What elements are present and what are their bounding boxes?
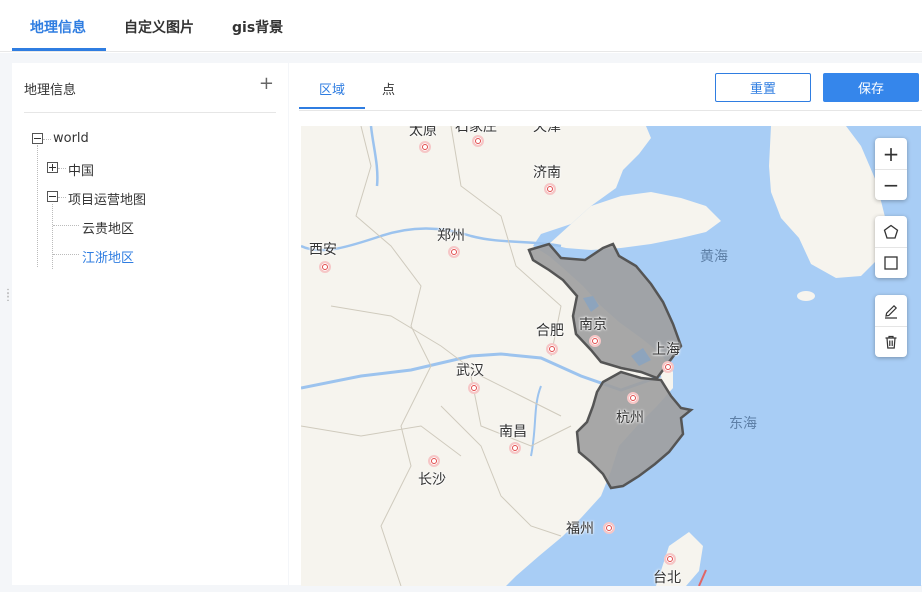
zoom-out-icon[interactable]: − bbox=[875, 169, 907, 200]
tab-region[interactable]: 区域 bbox=[319, 79, 345, 98]
city-label-nanchang: 南昌 bbox=[499, 424, 527, 440]
basemap bbox=[301, 126, 886, 586]
city-marker-icon[interactable] bbox=[603, 522, 615, 534]
top-tab-bar: 地理信息 自定义图片 gis背景 bbox=[0, 0, 922, 52]
city-label-jinan: 济南 bbox=[533, 165, 561, 181]
city-label-nanjing: 南京 bbox=[579, 317, 607, 333]
active-tab-indicator bbox=[12, 48, 106, 51]
expand-icon[interactable] bbox=[47, 162, 58, 173]
sea-label-donghai: 东海 bbox=[729, 416, 757, 432]
city-label-taiyuan: 太原 bbox=[409, 126, 437, 139]
save-button[interactable]: 保存 bbox=[823, 73, 919, 102]
tab-gis-background[interactable]: gis背景 bbox=[232, 17, 283, 37]
tree-node-jiangzhe[interactable]: 江浙地区 bbox=[82, 247, 134, 266]
city-marker-icon[interactable] bbox=[472, 135, 484, 147]
tree-connector bbox=[37, 145, 38, 267]
city-marker-icon[interactable] bbox=[662, 361, 674, 373]
add-icon[interactable]: + bbox=[259, 75, 274, 93]
city-marker-icon[interactable] bbox=[428, 455, 440, 467]
edit-icon[interactable] bbox=[875, 295, 907, 326]
polygon-icon[interactable] bbox=[875, 216, 907, 247]
city-marker-icon[interactable] bbox=[448, 246, 460, 258]
city-label-taibei: 台北 bbox=[653, 570, 681, 586]
rectangle-icon[interactable] bbox=[875, 247, 907, 278]
sea-label-huanghai: 黄海 bbox=[700, 249, 728, 265]
zoom-in-icon[interactable]: + bbox=[875, 138, 907, 169]
resize-handle-icon[interactable]: ⋮ ⋮ bbox=[3, 289, 13, 303]
city-label-hangzhou: 杭州 bbox=[616, 410, 644, 426]
tab-geo-info[interactable]: 地理信息 bbox=[30, 17, 86, 37]
trash-icon[interactable] bbox=[875, 326, 907, 357]
city-label-hefei: 合肥 bbox=[536, 323, 564, 339]
city-label-zhengzhou: 郑州 bbox=[437, 228, 465, 244]
reset-button[interactable]: 重置 bbox=[715, 73, 811, 102]
tree-connector bbox=[58, 168, 66, 169]
city-label-shijiazhuang: 石家庄 bbox=[455, 126, 497, 135]
city-marker-icon[interactable] bbox=[419, 141, 431, 153]
tree-node-china[interactable]: 中国 bbox=[68, 160, 94, 179]
edit-controls bbox=[875, 295, 907, 357]
city-marker-icon[interactable] bbox=[319, 261, 331, 273]
collapse-icon[interactable] bbox=[32, 133, 43, 144]
city-label-fuzhou: 福州 bbox=[566, 521, 594, 537]
city-marker-icon[interactable] bbox=[627, 392, 639, 404]
city-marker-icon[interactable] bbox=[589, 335, 601, 347]
zoom-controls: + − bbox=[875, 138, 907, 200]
draw-controls bbox=[875, 216, 907, 278]
tree-connector bbox=[53, 225, 79, 226]
city-label-wuhan: 武汉 bbox=[456, 363, 484, 379]
city-label-xian: 西安 bbox=[309, 242, 337, 258]
city-marker-icon[interactable] bbox=[664, 553, 676, 565]
collapse-icon[interactable] bbox=[47, 191, 58, 202]
tree-node-project-map[interactable]: 项目运营地图 bbox=[68, 189, 146, 208]
map-canvas[interactable]: 太原 石家庄 天津 济南 郑州 西安 合肥 南京 上海 武汉 杭州 南昌 长沙 … bbox=[301, 126, 921, 586]
city-marker-icon[interactable] bbox=[544, 183, 556, 195]
tab-custom-image[interactable]: 自定义图片 bbox=[124, 17, 194, 37]
city-marker-icon[interactable] bbox=[546, 343, 558, 355]
divider bbox=[299, 110, 922, 111]
city-label-tianjin: 天津 bbox=[533, 126, 561, 135]
geo-tree-panel: 地理信息 + world 中国 项目运营地图 云贵地区 江浙地区 bbox=[12, 63, 288, 585]
city-label-changsha: 长沙 bbox=[418, 472, 446, 488]
divider bbox=[24, 112, 276, 113]
tree-connector bbox=[58, 197, 66, 198]
tab-point[interactable]: 点 bbox=[382, 79, 395, 98]
tree-connector bbox=[43, 139, 51, 140]
panel-title: 地理信息 bbox=[24, 83, 77, 98]
tree-node-world[interactable]: world bbox=[53, 131, 89, 146]
active-subtab-indicator bbox=[299, 107, 365, 109]
city-label-shanghai: 上海 bbox=[652, 342, 680, 358]
city-marker-icon[interactable] bbox=[509, 442, 521, 454]
tree-node-yungui[interactable]: 云贵地区 bbox=[82, 218, 134, 237]
tree-connector bbox=[52, 204, 53, 269]
city-marker-icon[interactable] bbox=[468, 382, 480, 394]
tree-connector bbox=[53, 254, 79, 255]
